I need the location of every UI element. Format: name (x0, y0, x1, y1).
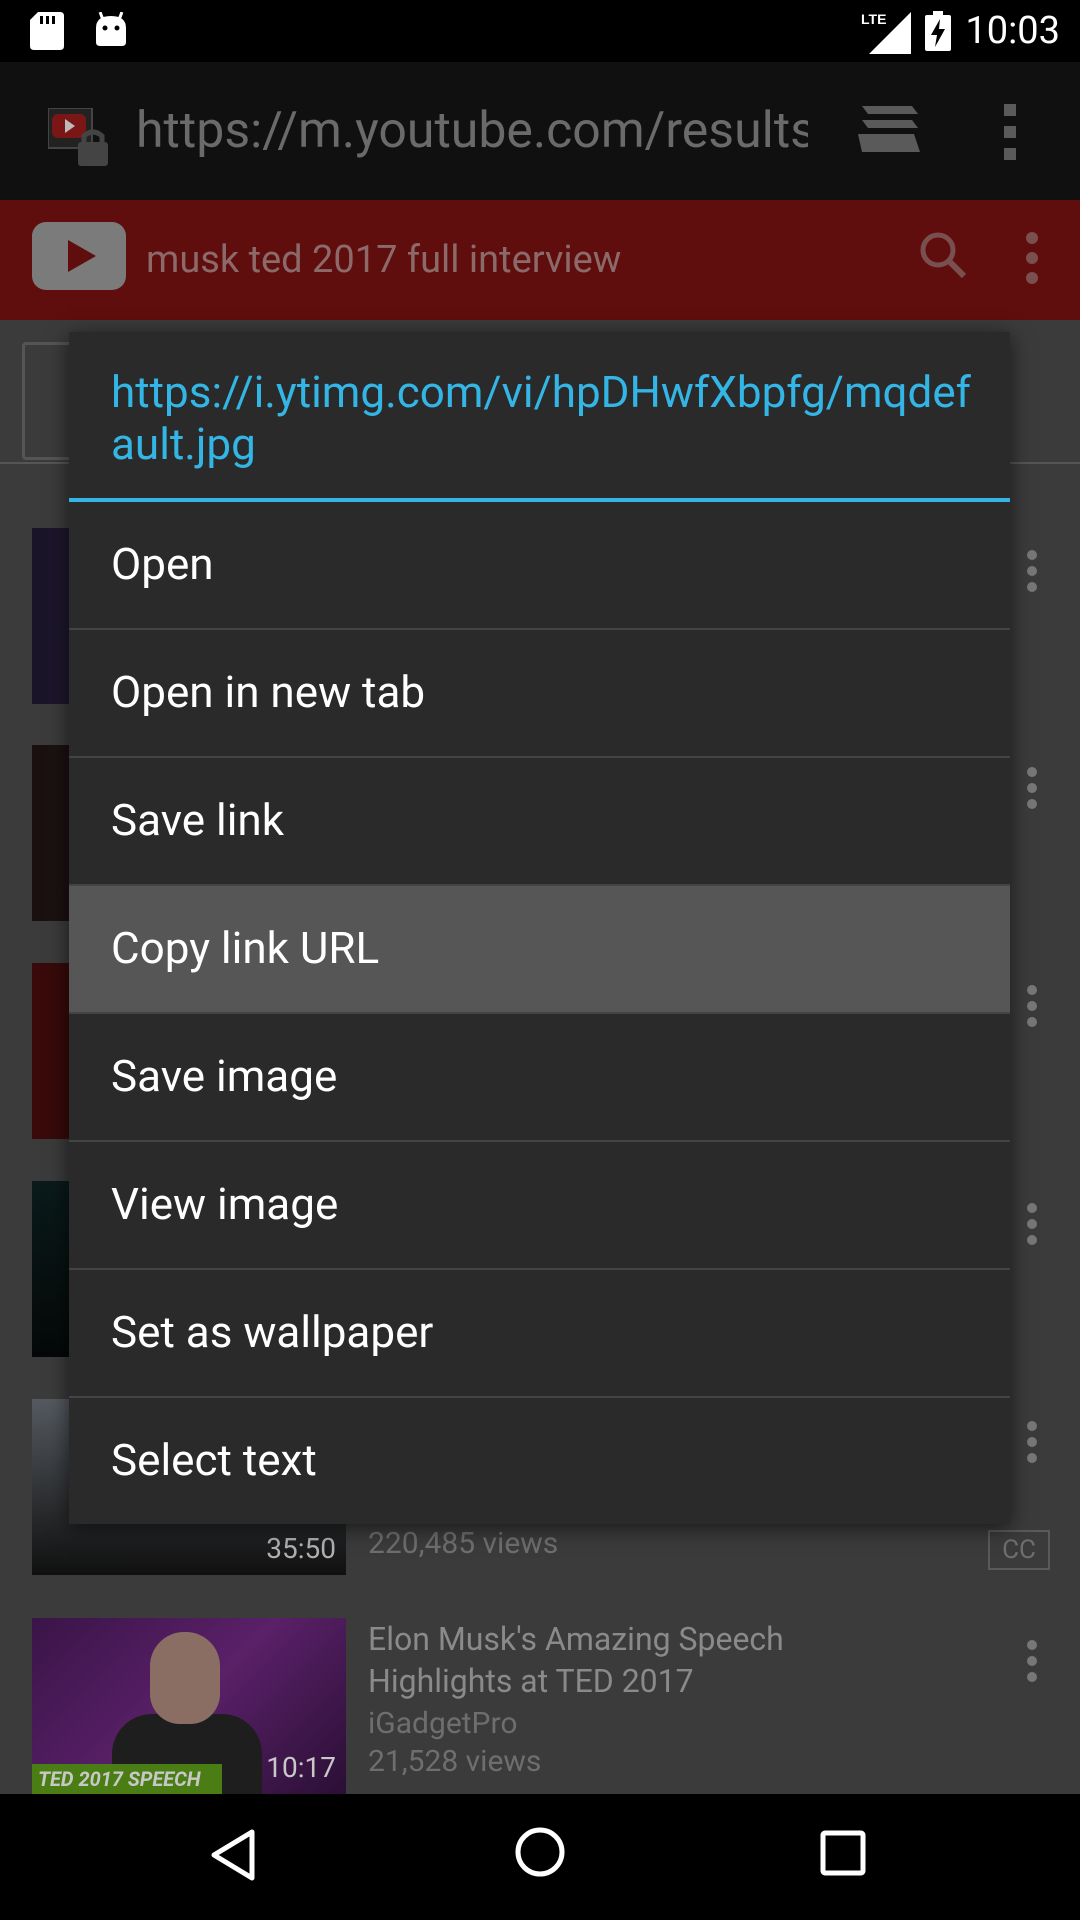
status-bar: LTE 10:03 (0, 0, 1080, 62)
battery-charging-icon (925, 11, 952, 51)
menu-item-set-as-wallpaper[interactable]: Set as wallpaper (69, 1270, 1010, 1396)
more-vert-icon[interactable] (1026, 1640, 1038, 1686)
video-thumbnail[interactable]: TED 2017 SPEECH 10:17 (32, 1618, 346, 1794)
tabs-icon[interactable] (858, 102, 922, 158)
menu-item-save-image[interactable]: Save image (69, 1014, 1010, 1140)
menu-item-copy-link-url[interactable]: Copy link URL (69, 886, 1010, 1012)
cc-badge: CC (988, 1530, 1050, 1570)
youtube-logo-icon[interactable] (32, 222, 126, 294)
more-vert-icon[interactable] (1026, 767, 1038, 813)
menu-item-open[interactable]: Open (69, 502, 1010, 628)
menu-item-label: Set as wallpaper (111, 1306, 434, 1358)
youtube-header: musk ted 2017 full interview (0, 200, 1080, 320)
url-field[interactable]: https://m.youtube.com/results?q (136, 102, 808, 160)
menu-item-label: Copy link URL (111, 922, 380, 974)
clock: 10:03 (965, 9, 1060, 53)
menu-item-label: Open in new tab (111, 666, 426, 718)
video-title[interactable]: Elon Musk's Amazing Speech Highlights at… (368, 1618, 828, 1702)
thumbnail-banner: TED 2017 SPEECH (32, 1764, 222, 1794)
search-icon[interactable] (918, 230, 968, 284)
menu-item-view-image[interactable]: View image (69, 1142, 1010, 1268)
overflow-menu-icon[interactable] (1004, 104, 1016, 164)
sd-card-icon (30, 12, 64, 50)
menu-item-save-link[interactable]: Save link (69, 758, 1010, 884)
more-vert-icon[interactable] (1026, 550, 1038, 596)
browser-toolbar: https://m.youtube.com/results?q (0, 62, 1080, 200)
speaker-face (150, 1632, 220, 1724)
more-vert-icon[interactable] (1026, 232, 1038, 288)
view-count: 21,528 views (368, 1744, 542, 1779)
menu-item-label: Select text (111, 1434, 317, 1486)
menu-item-select-text[interactable]: Select text (69, 1398, 1010, 1524)
more-vert-icon[interactable] (1026, 985, 1038, 1031)
menu-item-label: Open (111, 538, 214, 590)
recent-apps-icon[interactable] (820, 1830, 866, 1880)
channel-name[interactable]: iGadgetPro (368, 1706, 517, 1741)
lte-signal-icon: LTE (861, 8, 912, 54)
system-nav-bar (0, 1794, 1080, 1920)
more-vert-icon[interactable] (1026, 1421, 1038, 1467)
more-vert-icon[interactable] (1026, 1203, 1038, 1249)
context-menu-dialog: https://i.ytimg.com/vi/hpDHwfXbpfg/mqdef… (69, 332, 1010, 1524)
menu-item-label: View image (111, 1178, 339, 1230)
site-security-icon[interactable] (47, 107, 118, 174)
back-icon[interactable] (210, 1828, 256, 1886)
video-duration: 35:50 (266, 1532, 336, 1565)
menu-item-open-in-new-tab[interactable]: Open in new tab (69, 630, 1010, 756)
home-icon[interactable] (514, 1826, 566, 1882)
android-debug-icon (94, 12, 128, 50)
result-row[interactable]: TED 2017 SPEECH 10:17 Elon Musk's Amazin… (0, 1618, 1080, 1794)
view-count: 220,485 views (368, 1526, 559, 1561)
context-menu-title: https://i.ytimg.com/vi/hpDHwfXbpfg/mqdef… (111, 366, 971, 470)
search-query[interactable]: musk ted 2017 full interview (146, 238, 621, 282)
menu-item-label: Save link (111, 794, 285, 846)
svg-text:LTE: LTE (861, 11, 886, 27)
video-duration: 10:17 (266, 1751, 336, 1784)
menu-item-label: Save image (111, 1050, 338, 1102)
